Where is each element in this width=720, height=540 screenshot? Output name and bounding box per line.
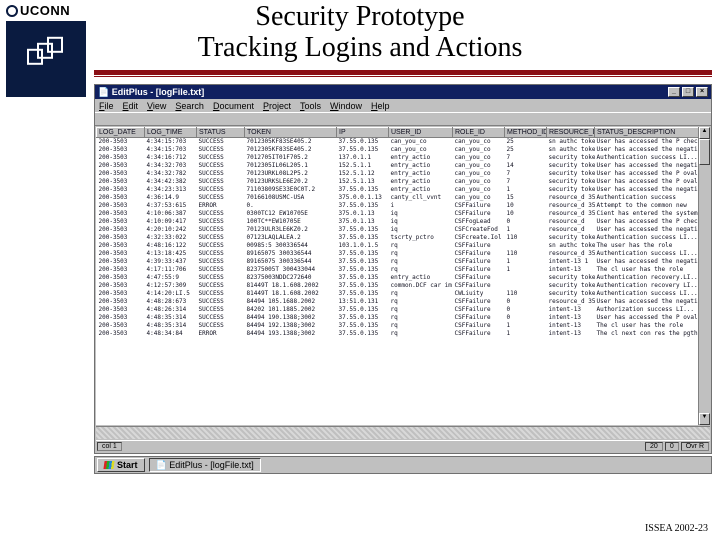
close-button[interactable]: × xyxy=(696,87,708,97)
app-icon: 📄 xyxy=(98,87,109,98)
menu-file[interactable]: File xyxy=(99,101,114,111)
scroll-thumb[interactable] xyxy=(699,139,710,165)
col-user_id[interactable]: USER_ID xyxy=(389,128,453,138)
table-row[interactable]: 200-35034:14:20:LI.5SUCCESS81449T 18.1.6… xyxy=(97,290,699,298)
start-button[interactable]: Start xyxy=(97,458,145,472)
table-row[interactable]: 200-35034:10:06:387SUCCESS0300TC12 EW107… xyxy=(97,210,699,218)
table-row[interactable]: 200-35034:36:14.9SUCCESS70166108USMC-USA… xyxy=(97,194,699,202)
table-row[interactable]: 200-35034:34:42:382SUCCESS70123URKSLE6E2… xyxy=(97,178,699,186)
window-titlebar[interactable]: 📄 EditPlus - [logFile.txt] _ □ × xyxy=(95,85,711,99)
title-rule-thin xyxy=(94,76,712,77)
table-row[interactable]: 200-35034:17:11:706SUCCESS82375005T 3004… xyxy=(97,266,699,274)
editor-window: 📄 EditPlus - [logFile.txt] _ □ × File Edi… xyxy=(94,84,712,454)
table-row[interactable]: 200-35034:37:53:615ERROR0.37.55.0.135iCS… xyxy=(97,202,699,210)
windows-icon xyxy=(103,461,114,469)
table-row[interactable]: 200-35034:20:10:242SUCCESS70123ULR3LE6KZ… xyxy=(97,226,699,234)
scroll-up-button[interactable]: ▲ xyxy=(699,127,710,139)
menu-help[interactable]: Help xyxy=(371,101,390,111)
log-grid[interactable]: LOG_DATELOG_TIMESTATUSTOKENIPUSER_IDROLE… xyxy=(96,127,698,425)
table-row[interactable]: 200-35034:47:55:9SUCCESS82375003NDDC2726… xyxy=(97,274,699,282)
table-row[interactable]: 200-35034:32:33:022SUCCESS07123LAQLALEA.… xyxy=(97,234,699,242)
scroll-down-button[interactable]: ▼ xyxy=(699,413,710,425)
table-row[interactable]: 200-35034:34:16:712SUCCESS7012705IT01F70… xyxy=(97,154,699,162)
table-row[interactable]: 200-35034:48:28:673SUCCESS84494 105.1688… xyxy=(97,298,699,306)
col-status_description[interactable]: STATUS_DESCRIPTION xyxy=(595,128,699,138)
menu-window[interactable]: Window xyxy=(330,101,362,111)
col-ip[interactable]: IP xyxy=(337,128,389,138)
table-row[interactable]: 200-35034:34:15:703SUCCESS7012305KF83SE4… xyxy=(97,146,699,154)
col-token[interactable]: TOKEN xyxy=(245,128,337,138)
table-row[interactable]: 200-35034:48:34:84ERROR84494 193.1388;30… xyxy=(97,330,699,338)
menu-project[interactable]: Project xyxy=(263,101,291,111)
vertical-scrollbar[interactable]: ▲ ▼ xyxy=(698,127,710,425)
menubar[interactable]: File Edit View Search Document Project Tools Wi… xyxy=(95,99,711,112)
grid-header-row[interactable]: LOG_DATELOG_TIMESTATUSTOKENIPUSER_IDROLE… xyxy=(97,128,699,138)
window-title: EditPlus - [logFile.txt] xyxy=(112,87,205,97)
table-row[interactable]: 200-35034:48:35:314SUCCESS84494 192.1388… xyxy=(97,322,699,330)
minimize-button[interactable]: _ xyxy=(668,87,680,97)
table-row[interactable]: 200-35034:13:18:425SUCCESS89165075 30033… xyxy=(97,250,699,258)
table-row[interactable]: 200-35034:48:26:314SUCCESS84202 101.1885… xyxy=(97,306,699,314)
menu-tools[interactable]: Tools xyxy=(300,101,321,111)
title-rule xyxy=(94,70,712,75)
col-log_date[interactable]: LOG_DATE xyxy=(97,128,145,138)
menu-view[interactable]: View xyxy=(147,101,166,111)
table-row[interactable]: 200-35034:34:32:782SUCCESS70123URKL08L2P… xyxy=(97,170,699,178)
menu-search[interactable]: Search xyxy=(175,101,204,111)
status-line: col 1 xyxy=(97,442,122,451)
table-row[interactable]: 200-35034:48:35:314SUCCESS84494 190.1388… xyxy=(97,314,699,322)
status-mode: Ovr R xyxy=(681,442,709,451)
table-row[interactable]: 200-35034:48:16:122SUCCESS00985:5 300336… xyxy=(97,242,699,250)
toolbar[interactable] xyxy=(95,112,711,126)
maximize-button[interactable]: □ xyxy=(682,87,694,97)
table-row[interactable]: 200-35034:34:23:313SUCCESS71103809SE33E0… xyxy=(97,186,699,194)
col-status[interactable]: STATUS xyxy=(197,128,245,138)
col-method_id[interactable]: METHOD_ID xyxy=(505,128,547,138)
menu-edit[interactable]: Edit xyxy=(123,101,139,111)
table-row[interactable]: 200-35034:34:15:703SUCCESS7012305KF83SE4… xyxy=(97,138,699,146)
table-row[interactable]: 200-35034:34:32:703SUCCESS7012305IL06L20… xyxy=(97,162,699,170)
col-log_time[interactable]: LOG_TIME xyxy=(145,128,197,138)
col-role_id[interactable]: ROLE_ID xyxy=(453,128,505,138)
statusbar: col 1 20 0 Ovr R xyxy=(96,440,710,452)
table-row[interactable]: 200-35034:12:57:309SUCCESS81449T 18.1.60… xyxy=(97,282,699,290)
col-resource_d[interactable]: RESOURCE_D xyxy=(547,128,595,138)
table-row[interactable]: 200-35034:10:09:417SUCCESS100TC**EW10705… xyxy=(97,218,699,226)
horizontal-scrollbar[interactable] xyxy=(96,426,710,439)
status-col: 0 xyxy=(665,442,679,451)
slide-footer: ISSEA 2002-23 xyxy=(645,523,708,534)
menu-document[interactable]: Document xyxy=(213,101,254,111)
slide-title: Security PrototypeTracking Logins and Ac… xyxy=(0,2,720,64)
grid-body: 200-35034:34:15:703SUCCESS7012305KF83SE4… xyxy=(97,138,699,338)
status-cursor: 20 xyxy=(645,442,663,451)
table-row[interactable]: 200-35034:39:33:437SUCCESS89165075 30033… xyxy=(97,258,699,266)
taskbar-item[interactable]: 📄 EditPlus - [logFile.txt] xyxy=(149,458,261,472)
taskbar[interactable]: Start 📄 EditPlus - [logFile.txt] xyxy=(94,456,712,474)
